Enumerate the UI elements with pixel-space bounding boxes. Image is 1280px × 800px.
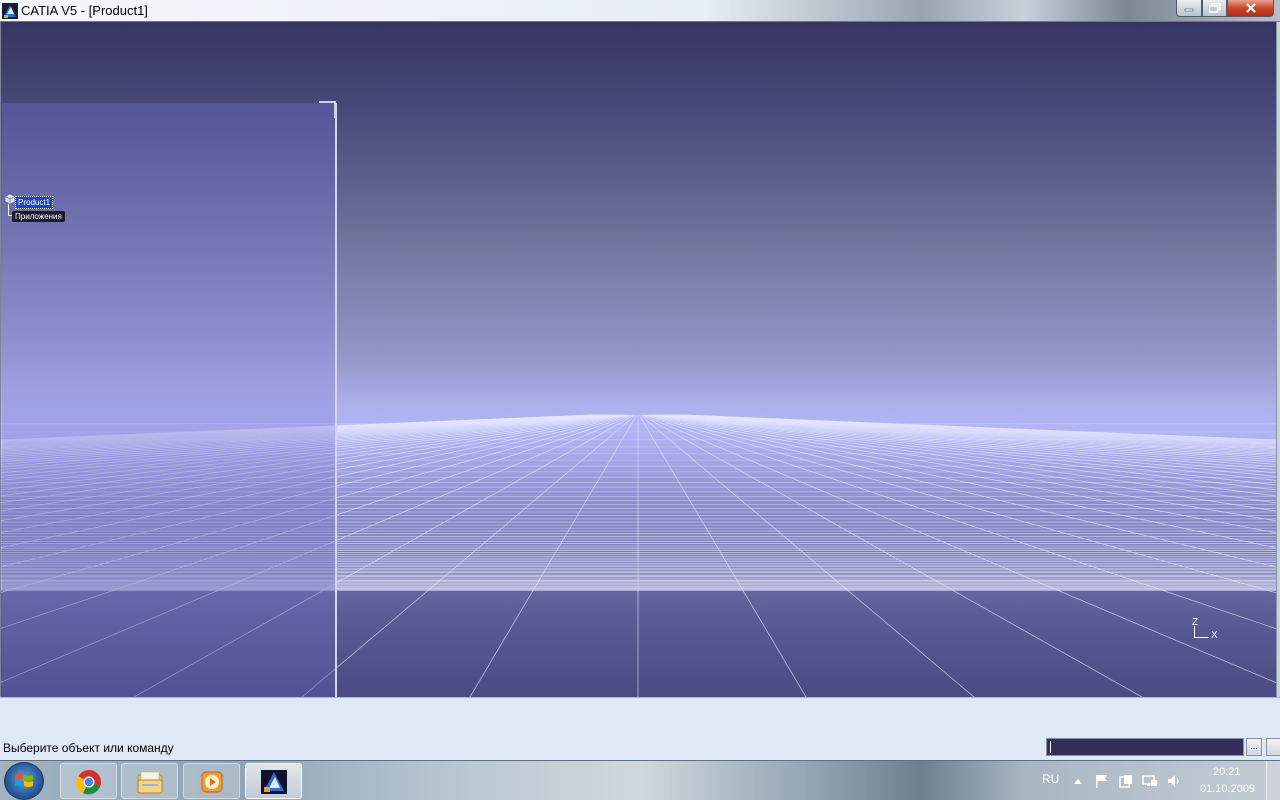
clock-date[interactable]: 01.10.2009 [1200, 783, 1255, 795]
show-desktop-button[interactable] [1266, 761, 1280, 800]
file-explorer-icon [137, 771, 163, 794]
status-message: Выберите объект или команду [3, 741, 174, 755]
text-cursor [1050, 741, 1051, 753]
volume-icon[interactable] [1166, 773, 1182, 789]
window-title: CATIA V5 - [Product1] [21, 3, 148, 18]
minimize-button[interactable] [1176, 0, 1202, 17]
media-player-icon [201, 771, 223, 793]
taskbar-media-player-button[interactable] [183, 763, 240, 799]
catia-app-icon[interactable] [2, 3, 18, 19]
power-input-field[interactable] [1046, 738, 1244, 756]
window-right-border [1276, 22, 1280, 697]
status-extra-button[interactable] [1266, 738, 1280, 756]
tree-item-product1[interactable]: Product1 [15, 196, 54, 209]
tree-panel-corner [319, 101, 336, 118]
catia-icon [261, 770, 287, 794]
minimize-icon [1184, 8, 1194, 12]
show-hidden-icons-icon[interactable] [1070, 773, 1086, 789]
taskbar: RU 20:21 01.10.2009 [0, 760, 1280, 800]
power-input-more-button[interactable]: ... [1246, 738, 1262, 756]
axis-x-label: X [1211, 630, 1218, 641]
specification-tree-panel [2, 103, 337, 697]
product-icon[interactable] [5, 194, 15, 204]
network-icon[interactable] [1142, 773, 1158, 789]
taskbar-chrome-button[interactable] [60, 763, 117, 799]
windows-logo-icon [15, 774, 33, 787]
compass-axis: Z X [1189, 617, 1219, 645]
restore-icon [1208, 3, 1221, 13]
tree-item-applications[interactable]: Приложения [12, 211, 65, 222]
language-indicator[interactable]: RU [1042, 772, 1059, 786]
axis-z-label: Z [1192, 617, 1199, 628]
device-icon[interactable] [1118, 773, 1134, 789]
chrome-icon [76, 770, 101, 795]
taskbar-catia-button[interactable] [245, 763, 302, 799]
title-bar: CATIA V5 - [Product1] [0, 0, 1280, 22]
3d-viewport[interactable]: Product1 Приложения Z X [0, 22, 1276, 697]
close-icon [1245, 3, 1256, 13]
clock-time[interactable]: 20:21 [1213, 766, 1241, 778]
taskbar-explorer-button[interactable] [121, 763, 178, 799]
action-center-flag-icon[interactable] [1094, 773, 1110, 789]
window-controls [1176, 0, 1274, 18]
restore-button[interactable] [1202, 0, 1227, 17]
close-button[interactable] [1227, 0, 1274, 17]
axis-x-line [1194, 637, 1209, 638]
start-button[interactable] [4, 762, 44, 800]
